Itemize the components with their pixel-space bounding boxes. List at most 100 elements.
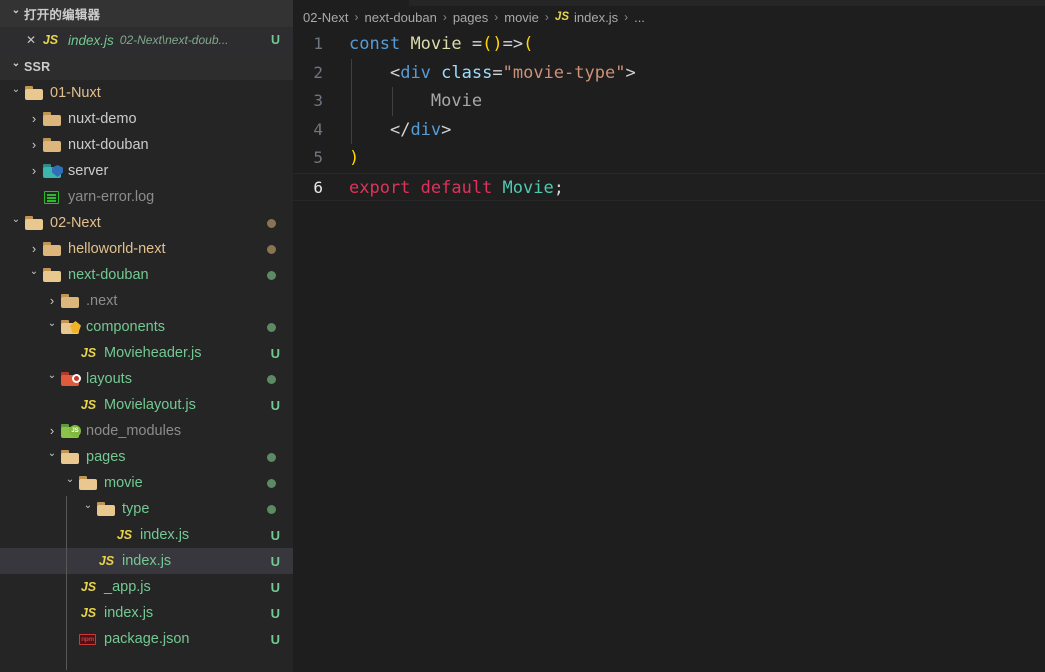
chevron-right-icon[interactable] bbox=[26, 242, 42, 256]
code-line-text: ) bbox=[349, 144, 1045, 173]
code-token: () bbox=[482, 34, 503, 54]
tree-item-index-js[interactable]: JS index.js U bbox=[0, 522, 293, 548]
tree-item-nuxt-demo[interactable]: nuxt-demo bbox=[0, 106, 293, 132]
code-line[interactable]: 3 Movie bbox=[293, 87, 1045, 116]
breadcrumb-separator: › bbox=[624, 10, 629, 24]
code-indent-guide bbox=[351, 58, 352, 87]
code-line[interactable]: 6 export default Movie; bbox=[293, 172, 1045, 201]
breadcrumb-item[interactable]: 02-Next bbox=[303, 10, 349, 25]
chevron-right-icon[interactable] bbox=[26, 112, 42, 126]
tree-item-pages[interactable]: pages bbox=[0, 444, 293, 470]
chevron-down-icon[interactable] bbox=[26, 270, 42, 280]
code-line[interactable]: 1 const Movie =()=>( bbox=[293, 30, 1045, 59]
code-indent-guide bbox=[351, 87, 352, 116]
vscode-window: 打开的编辑器 ✕JSindex.js02-Next\next-doub...U … bbox=[0, 0, 1045, 672]
line-number: 4 bbox=[313, 119, 323, 139]
open-editor-path: 02-Next\next-doub... bbox=[119, 33, 229, 47]
tree-item-node-modules[interactable]: node_modules bbox=[0, 418, 293, 444]
tree-item-02-next[interactable]: 02-Next bbox=[0, 210, 293, 236]
chevron-right-icon[interactable] bbox=[44, 424, 60, 438]
tree-indent-guide bbox=[66, 496, 67, 670]
chevron-down-icon[interactable] bbox=[62, 478, 78, 488]
js-file-icon: JS bbox=[42, 33, 59, 47]
tree-item-label: 01-Nuxt bbox=[50, 85, 101, 101]
folder-open-icon bbox=[96, 499, 117, 519]
tree-item-movieheader-js[interactable]: JS Movieheader.js U bbox=[0, 340, 293, 366]
tree-item-movie[interactable]: movie bbox=[0, 470, 293, 496]
chevron-down-icon[interactable] bbox=[8, 62, 24, 72]
folder-open-icon bbox=[24, 213, 45, 233]
tree-item-label: components bbox=[86, 319, 165, 335]
folder-server-icon bbox=[42, 161, 63, 181]
open-editors-title: 打开的编辑器 bbox=[24, 8, 101, 22]
code-line-text: </div> bbox=[349, 115, 1045, 144]
tree-item-helloworld-next[interactable]: helloworld-next bbox=[0, 236, 293, 262]
js-file-icon: JS bbox=[80, 398, 97, 412]
tree-item--app-js[interactable]: JS _app.js U bbox=[0, 574, 293, 600]
open-editors-header[interactable]: 打开的编辑器 bbox=[0, 0, 293, 27]
tree-item-label: index.js bbox=[140, 527, 190, 543]
breadcrumb-separator: › bbox=[494, 10, 499, 24]
tree-item-movielayout-js[interactable]: JS Movielayout.js U bbox=[0, 392, 293, 418]
code-line[interactable]: 5) bbox=[293, 144, 1045, 173]
file-tree: 01-Nuxt nuxt-demo nuxt-douban server yarn-er… bbox=[0, 80, 293, 670]
js-file-icon: JS bbox=[80, 346, 97, 360]
line-number: 6 bbox=[313, 177, 323, 197]
tree-item-layouts[interactable]: layouts bbox=[0, 366, 293, 392]
workspace-root-header[interactable]: SSR bbox=[0, 53, 293, 80]
breadcrumb-item[interactable]: pages bbox=[453, 10, 488, 25]
chevron-down-icon[interactable] bbox=[44, 374, 60, 384]
folder-open-icon bbox=[60, 447, 81, 467]
tree-item-01-nuxt[interactable]: 01-Nuxt bbox=[0, 80, 293, 106]
chevron-right-icon[interactable] bbox=[26, 138, 42, 152]
tree-item-yarn-error-log[interactable]: yarn-error.log bbox=[0, 184, 293, 210]
tree-item-server[interactable]: server bbox=[0, 158, 293, 184]
line-number: 5 bbox=[313, 148, 323, 167]
code-indent-guide bbox=[351, 115, 352, 144]
code-editor[interactable]: 1 const Movie =()=>(2 <div class="movie-t… bbox=[293, 28, 1045, 201]
git-status-dot bbox=[267, 452, 276, 462]
chevron-down-icon[interactable] bbox=[8, 218, 24, 228]
breadcrumb-item[interactable]: movie bbox=[504, 10, 539, 25]
editor-tab-strip bbox=[293, 0, 1045, 6]
breadcrumb-separator: › bbox=[354, 10, 359, 24]
tree-item-package-json[interactable]: package.json U bbox=[0, 626, 293, 652]
breadcrumb-item[interactable]: next-douban bbox=[365, 10, 437, 25]
tree-item-label: pages bbox=[86, 449, 126, 465]
open-editor-item[interactable]: ✕ JS index.js 02-Next\next-doub... U bbox=[0, 27, 293, 53]
chevron-down-icon[interactable] bbox=[44, 452, 60, 462]
close-icon[interactable]: ✕ bbox=[22, 33, 40, 47]
tree-item-type[interactable]: type bbox=[0, 496, 293, 522]
tree-item-components[interactable]: components bbox=[0, 314, 293, 340]
git-status-badge: U bbox=[270, 553, 280, 569]
chevron-down-icon[interactable] bbox=[8, 88, 24, 98]
tree-item-index-js[interactable]: JS index.js U bbox=[0, 548, 293, 574]
chevron-down-icon[interactable] bbox=[8, 9, 24, 19]
breadcrumb[interactable]: 02-Next › next-douban › pages › movie › JS index.… bbox=[293, 6, 1045, 28]
chevron-right-icon[interactable] bbox=[26, 164, 42, 178]
tree-item-nuxt-douban[interactable]: nuxt-douban bbox=[0, 132, 293, 158]
editor-area: 02-Next › next-douban › pages › movie › JS index.… bbox=[293, 0, 1045, 672]
chevron-down-icon[interactable] bbox=[80, 504, 96, 514]
tree-item--next[interactable]: .next bbox=[0, 288, 293, 314]
tree-item-index-js[interactable]: JS index.js U bbox=[0, 600, 293, 626]
breadcrumb-item[interactable]: ... bbox=[634, 10, 645, 25]
code-line-text: Movie bbox=[349, 87, 1045, 116]
active-tab[interactable] bbox=[293, 0, 409, 6]
tree-item-label: layouts bbox=[86, 371, 132, 387]
code-token: const bbox=[349, 34, 401, 54]
chevron-right-icon[interactable] bbox=[44, 294, 60, 308]
line-number: 3 bbox=[313, 91, 323, 110]
tree-item-next-douban[interactable]: next-douban bbox=[0, 262, 293, 288]
code-line[interactable]: 2 <div class="movie-type"> bbox=[293, 58, 1045, 87]
chevron-down-icon[interactable] bbox=[44, 322, 60, 332]
breadcrumb-item[interactable]: index.js bbox=[574, 10, 618, 25]
code-line[interactable]: 4 </div> bbox=[293, 115, 1045, 144]
